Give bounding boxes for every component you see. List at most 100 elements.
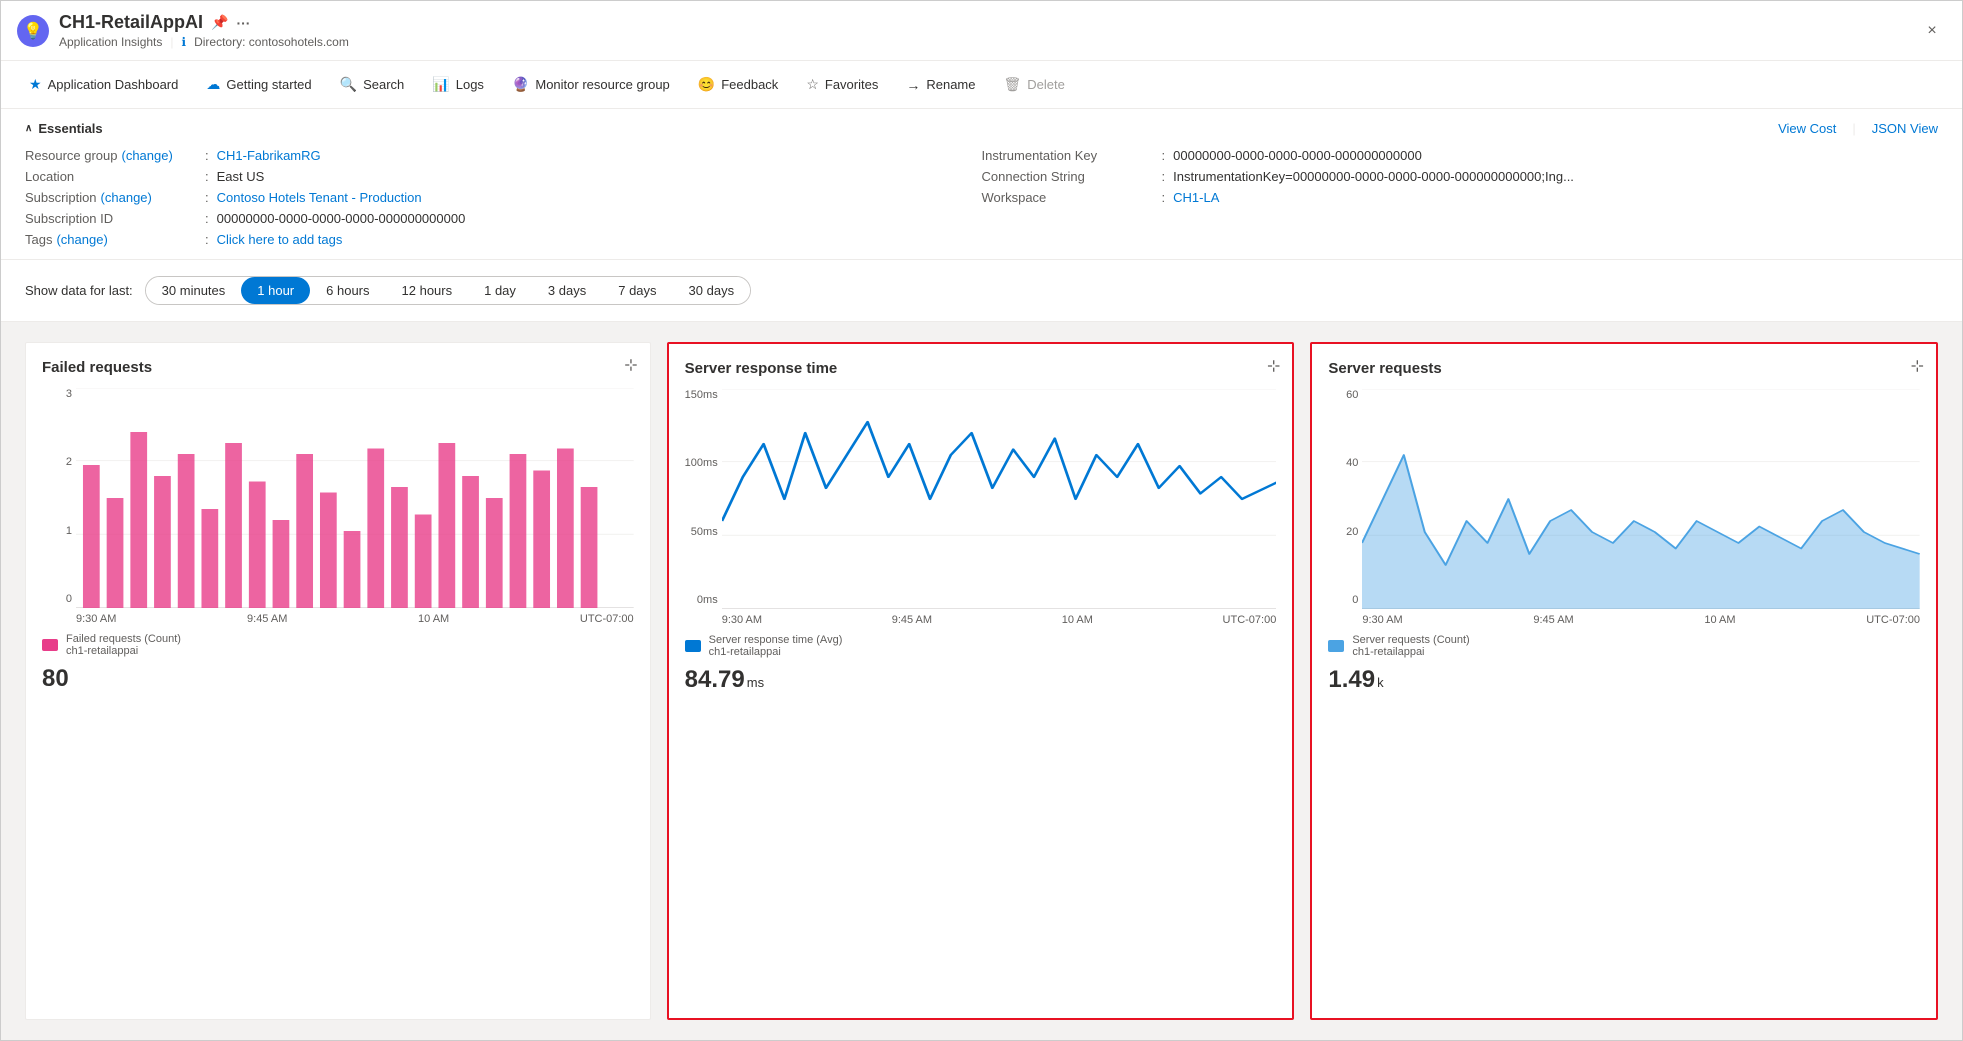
server-requests-value: 1.49 k	[1328, 666, 1920, 694]
nav-search-label: Search	[363, 77, 404, 92]
nav-favorites-label: Favorites	[825, 77, 878, 92]
nav-app-dashboard-label: Application Dashboard	[48, 77, 179, 92]
rg-change-link[interactable]: (change)	[122, 148, 173, 163]
nav-app-dashboard[interactable]: ★ Application Dashboard	[17, 70, 190, 99]
tags-change-link[interactable]: (change)	[56, 232, 107, 247]
app-title-text: CH1-RetailAppAI	[59, 12, 203, 33]
server-requests-pin[interactable]: ⊹	[1911, 356, 1924, 376]
legend-text-sr: Server response time (Avg) ch1-retailapp…	[709, 634, 843, 658]
ikey-label: Instrumentation Key	[982, 148, 1162, 163]
nav-logs[interactable]: 📊 Logs	[420, 70, 496, 99]
server-requests-chart-wrapper: 60 40 20 0	[1328, 389, 1920, 626]
y-label-0ms: 0ms	[697, 594, 718, 606]
essentials-grid: Resource group (change) CH1-FabrikamRG L…	[25, 148, 1938, 247]
json-view-link[interactable]: JSON View	[1872, 121, 1938, 136]
essentials-row-tags: Tags (change) Click here to add tags	[25, 232, 982, 247]
nav-monitor[interactable]: 🔮 Monitor resource group	[500, 70, 682, 99]
title-info: CH1-RetailAppAI 📌 ··· Application Insigh…	[59, 12, 1918, 49]
essentials-row-ikey: Instrumentation Key 00000000-0000-0000-0…	[982, 148, 1939, 163]
nav-favorites[interactable]: ☆ Favorites	[794, 70, 890, 99]
y-label-50ms: 50ms	[691, 526, 718, 538]
server-requests-title: Server requests	[1328, 360, 1920, 377]
server-response-svg	[722, 389, 1277, 609]
rename-icon: →	[906, 77, 920, 93]
pin-icon[interactable]: 📌	[211, 14, 228, 31]
failed-requests-y-axis: 3 2 1 0	[42, 388, 72, 625]
server-response-legend: Server response time (Avg) ch1-retailapp…	[685, 634, 1277, 658]
rg-label: Resource group (change)	[25, 148, 205, 163]
server-response-chart-area: 9:30 AM 9:45 AM 10 AM UTC-07:00	[722, 389, 1277, 626]
y-label-1: 1	[66, 525, 72, 537]
x-label-utc-sreq: UTC-07:00	[1866, 614, 1920, 626]
failed-requests-x-labels: 9:30 AM 9:45 AM 10 AM UTC-07:00	[76, 613, 634, 625]
server-requests-unit: k	[1377, 675, 1384, 690]
close-button[interactable]: ×	[1918, 17, 1946, 45]
nav-getting-started[interactable]: ☁ Getting started	[194, 70, 323, 99]
y-label-0: 0	[66, 593, 72, 605]
y-label-3: 3	[66, 388, 72, 400]
connstr-label: Connection String	[982, 169, 1162, 184]
x-label-930-sreq: 9:30 AM	[1362, 614, 1402, 626]
x-label-utc-sr: UTC-07:00	[1223, 614, 1277, 626]
y-label-40: 40	[1346, 457, 1358, 469]
failed-requests-card: Failed requests ⊹ 3 2 1 0	[25, 342, 651, 1020]
failed-requests-chart-area: 9:30 AM 9:45 AM 10 AM UTC-07:00	[76, 388, 634, 625]
failed-requests-chart-wrapper: 3 2 1 0	[42, 388, 634, 625]
nav-feedback-label: Feedback	[721, 77, 778, 92]
server-response-time-card: Server response time ⊹ 150ms 100ms 50ms …	[667, 342, 1295, 1020]
time-pill-1h[interactable]: 1 hour	[241, 277, 310, 304]
sub-value-link[interactable]: Contoso Hotels Tenant - Production	[217, 190, 422, 205]
nav-rename[interactable]: → Rename	[894, 71, 987, 99]
server-response-x-labels: 9:30 AM 9:45 AM 10 AM UTC-07:00	[722, 614, 1277, 626]
essentials-left-col: Resource group (change) CH1-FabrikamRG L…	[25, 148, 982, 247]
workspace-value-link[interactable]: CH1-LA	[1173, 190, 1219, 205]
nav-search[interactable]: 🔍 Search	[328, 70, 417, 99]
x-label-10: 10 AM	[418, 613, 449, 625]
server-requests-svg	[1362, 389, 1920, 609]
rg-value-link[interactable]: CH1-FabrikamRG	[217, 148, 321, 163]
time-pill-7d[interactable]: 7 days	[602, 277, 672, 304]
failed-requests-legend: Failed requests (Count) ch1-retailappai	[42, 633, 634, 657]
time-pill-30d[interactable]: 30 days	[673, 277, 751, 304]
server-response-chart-wrapper: 150ms 100ms 50ms 0ms	[685, 389, 1277, 626]
subid-value: 00000000-0000-0000-0000-000000000000	[205, 211, 465, 226]
time-pill-6h[interactable]: 6 hours	[310, 277, 385, 304]
essentials-section: ∧ Essentials View Cost | JSON View Resou…	[1, 109, 1962, 260]
star-icon: ★	[29, 76, 42, 93]
legend-sub-failed: ch1-retailappai	[66, 645, 181, 657]
failed-requests-metric: 80	[42, 665, 634, 693]
nav-delete[interactable]: 🗑 Delete	[991, 70, 1076, 99]
info-icon[interactable]: ℹ	[182, 35, 187, 49]
time-filter-pills: 30 minutes 1 hour 6 hours 12 hours 1 day…	[145, 276, 751, 305]
legend-sub-sreq: ch1-retailappai	[1352, 646, 1469, 658]
sub-change-link[interactable]: (change)	[101, 190, 152, 205]
directory-label: Directory: contosohotels.com	[194, 35, 349, 49]
time-pill-12h[interactable]: 12 hours	[386, 277, 469, 304]
failed-requests-number: 80	[42, 665, 69, 693]
search-icon: 🔍	[340, 76, 357, 93]
failed-requests-title: Failed requests	[42, 359, 634, 376]
ikey-value: 00000000-0000-0000-0000-000000000000	[1162, 148, 1422, 163]
y-label-0-req: 0	[1352, 594, 1358, 606]
location-label: Location	[25, 169, 205, 184]
top-nav: ★ Application Dashboard ☁ Getting starte…	[1, 61, 1962, 109]
y-label-60: 60	[1346, 389, 1358, 401]
legend-text-failed: Failed requests (Count) ch1-retailappai	[66, 633, 181, 657]
x-label-945: 9:45 AM	[247, 613, 287, 625]
subid-label: Subscription ID	[25, 211, 205, 226]
essentials-row-sub: Subscription (change) Contoso Hotels Ten…	[25, 190, 982, 205]
time-pill-30m[interactable]: 30 minutes	[146, 277, 242, 304]
tags-value-link[interactable]: Click here to add tags	[217, 232, 343, 247]
failed-requests-pin[interactable]: ⊹	[624, 355, 637, 375]
time-pill-3d[interactable]: 3 days	[532, 277, 602, 304]
legend-label-sreq: Server requests (Count)	[1352, 634, 1469, 646]
server-response-pin[interactable]: ⊹	[1267, 356, 1280, 376]
time-pill-1d[interactable]: 1 day	[468, 277, 532, 304]
server-requests-x-labels: 9:30 AM 9:45 AM 10 AM UTC-07:00	[1362, 614, 1920, 626]
view-cost-link[interactable]: View Cost	[1778, 121, 1836, 136]
nav-feedback[interactable]: 😊 Feedback	[686, 70, 791, 99]
more-options-icon[interactable]: ···	[236, 15, 250, 31]
server-requests-card: Server requests ⊹ 60 40 20 0	[1310, 342, 1938, 1020]
server-requests-legend: Server requests (Count) ch1-retailappai	[1328, 634, 1920, 658]
essentials-title[interactable]: ∧ Essentials	[25, 121, 103, 136]
